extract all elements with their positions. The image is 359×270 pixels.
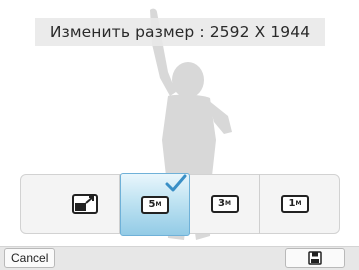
resolution-1m-icon: 1M xyxy=(281,195,309,213)
option-label: 3 xyxy=(218,198,225,209)
save-button[interactable] xyxy=(285,248,345,268)
custom-resize-icon xyxy=(71,194,98,214)
option-label: 5 xyxy=(148,198,156,210)
option-unit: M xyxy=(295,200,302,207)
check-icon xyxy=(165,174,187,192)
size-option-5m[interactable]: 5M xyxy=(120,173,190,236)
page-title: Изменить размер : 2592 X 1944 xyxy=(49,23,311,41)
cancel-label: Cancel xyxy=(11,251,49,265)
size-option-1m[interactable]: 1M xyxy=(260,174,330,234)
option-label: 1 xyxy=(288,198,296,209)
cancel-button[interactable]: Cancel xyxy=(4,248,56,268)
size-option-custom[interactable] xyxy=(50,174,120,234)
option-unit: M xyxy=(155,200,162,208)
size-option-3m[interactable]: 3M xyxy=(190,174,260,234)
title-bar: Изменить размер : 2592 X 1944 xyxy=(35,18,325,46)
resolution-3m-icon: 3M xyxy=(210,195,239,213)
save-icon xyxy=(308,251,322,265)
resolution-5m-icon: 5M xyxy=(141,195,169,214)
option-unit: M xyxy=(224,200,231,207)
